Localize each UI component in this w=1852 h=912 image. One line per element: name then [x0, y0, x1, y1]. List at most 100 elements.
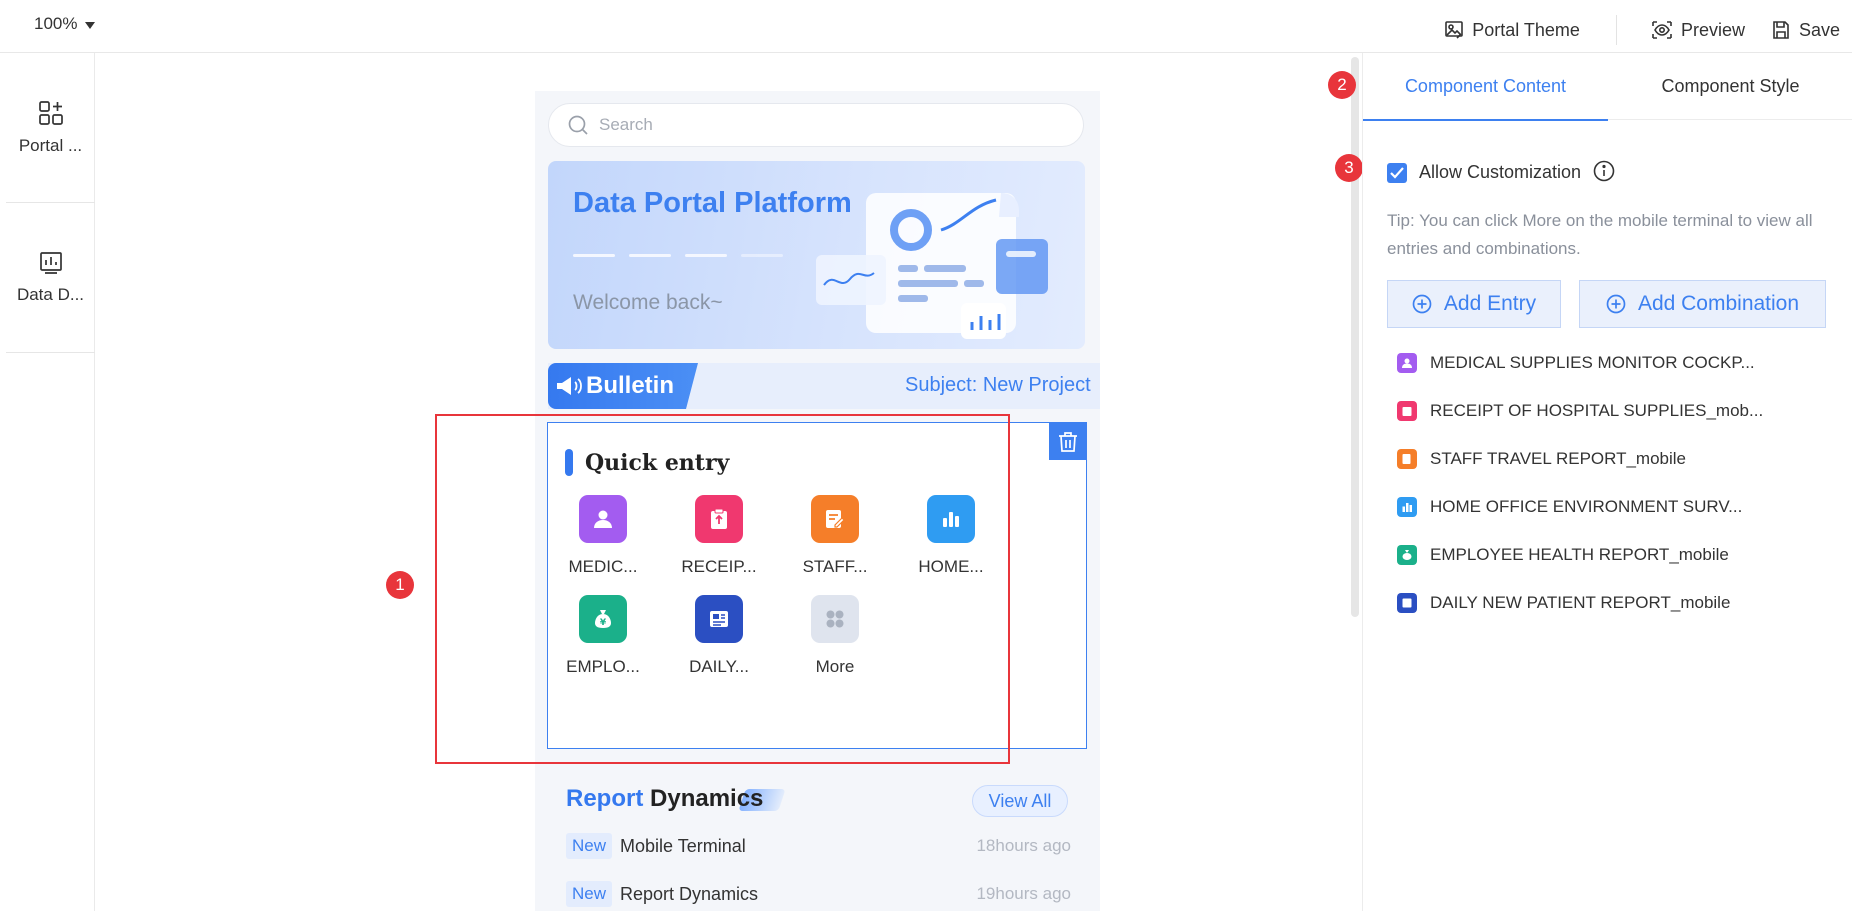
canvas-scrollbar[interactable] [1351, 57, 1359, 617]
quick-entry-title: Quick entry [565, 449, 729, 476]
news-icon [1397, 593, 1417, 613]
report-dynamics-title: Report Dynamics [566, 785, 763, 813]
entry-list-item[interactable]: EMPLOYEE HEALTH REPORT_mobile [1397, 540, 1729, 570]
news-title: Mobile Terminal [620, 835, 746, 856]
quick-entry-item[interactable]: DAILY... [664, 595, 774, 677]
add-combination-button[interactable]: Add Combination [1579, 280, 1826, 328]
quick-entry-item[interactable]: ¥ EMPLO... [548, 595, 658, 677]
quick-entry-label: More [815, 657, 855, 676]
mobile-preview: Data Portal Platform Welcome back~ [535, 91, 1100, 911]
megaphone-icon [557, 377, 582, 395]
entry-list-label: EMPLOYEE HEALTH REPORT_mobile [1430, 545, 1729, 564]
bar-chart-icon [1397, 497, 1417, 517]
news-icon [695, 595, 743, 643]
user-icon [579, 495, 627, 543]
user-icon [1397, 353, 1417, 373]
add-entry-label: Add Entry [1443, 292, 1537, 315]
theme-icon [1445, 21, 1464, 39]
sidebar-item-data[interactable]: Data D... [6, 203, 95, 353]
report-news-item[interactable]: New Report Dynamics 19hours ago [566, 879, 1071, 909]
quick-entry-component[interactable]: Quick entry MEDIC... RECEIP... STAFF... … [547, 422, 1087, 749]
chart-icon [39, 251, 62, 274]
quick-entry-more[interactable]: More [780, 595, 890, 677]
report-title-highlight: Report [566, 785, 644, 812]
entry-list-item[interactable]: HOME OFFICE ENVIRONMENT SURV... [1397, 492, 1742, 522]
editor-canvas: Data Portal Platform Welcome back~ [96, 53, 1358, 911]
entry-list-item[interactable]: RECEIPT OF HOSPITAL SUPPLIES_mob... [1397, 396, 1763, 426]
entry-list-label: HOME OFFICE ENVIRONMENT SURV... [1430, 497, 1743, 516]
quick-entry-item[interactable]: HOME... [896, 495, 1006, 577]
allow-customization-label: Allow Customization [1419, 162, 1582, 182]
edit-document-icon [811, 495, 859, 543]
quick-entry-item[interactable]: MEDIC... [548, 495, 658, 577]
title-accent-bar [565, 449, 573, 476]
bulletin-label: Bulletin [586, 372, 674, 399]
search-input[interactable] [599, 115, 1059, 135]
clipboard-upload-icon [695, 495, 743, 543]
quick-entry-label: EMPLO... [566, 657, 640, 676]
allow-customization-option[interactable]: Allow Customization [1387, 162, 1581, 183]
sidebar-item-portal[interactable]: Portal ... [6, 53, 95, 203]
news-title: Report Dynamics [620, 883, 759, 904]
welcome-banner: Data Portal Platform Welcome back~ [548, 161, 1085, 349]
new-badge: New [566, 833, 613, 859]
edit-document-icon [1397, 449, 1417, 469]
entry-list-item[interactable]: STAFF TRAVEL REPORT_mobile [1397, 444, 1686, 474]
view-all-button[interactable]: View All [972, 785, 1068, 817]
money-bag-icon: ¥ [579, 595, 627, 643]
save-button[interactable]: Save [1771, 20, 1840, 41]
plus-circle-icon [1606, 294, 1626, 314]
zoom-value: 100% [34, 14, 78, 33]
allow-customization-checkbox[interactable] [1387, 162, 1407, 183]
caret-down-icon [85, 21, 96, 29]
properties-panel: Component Content Component Style Allow … [1362, 53, 1852, 911]
quick-entry-label: MEDIC... [568, 557, 638, 576]
entry-list-label: RECEIPT OF HOSPITAL SUPPLIES_mob... [1430, 401, 1764, 420]
left-sidebar: Portal ... Data D... [6, 53, 95, 911]
portal-theme-button[interactable]: Portal Theme [1444, 20, 1580, 41]
delete-component-button[interactable] [1049, 423, 1086, 460]
portal-editor: 100% Portal Theme Preview Save Portal ..… [0, 0, 1852, 912]
step-badge-3: 3 [1335, 154, 1363, 182]
tab-component-content[interactable]: Component Content [1363, 53, 1608, 121]
toolbar-divider [1615, 15, 1617, 45]
search-icon [568, 115, 588, 135]
money-bag-icon [1397, 545, 1417, 565]
quick-entry-label: HOME... [918, 557, 984, 576]
bulletin-bar: Bulletin Subject: New Project [548, 363, 1100, 409]
info-icon[interactable] [1593, 160, 1615, 182]
quick-entry-label: RECEIP... [681, 557, 757, 576]
entry-list-label: STAFF TRAVEL REPORT_mobile [1430, 449, 1687, 468]
preview-icon [1652, 21, 1672, 39]
zoom-select[interactable]: 100% [34, 14, 96, 34]
preview-button[interactable]: Preview [1651, 20, 1745, 41]
news-time: 18hours ago [976, 836, 1071, 855]
banner-subtitle: Welcome back~ [573, 291, 723, 314]
add-entry-button[interactable]: Add Entry [1387, 280, 1561, 328]
portal-theme-label: Portal Theme [1472, 19, 1580, 40]
panel-tabs: Component Content Component Style [1363, 53, 1852, 121]
entry-list-item[interactable]: MEDICAL SUPPLIES MONITOR COCKP... [1397, 348, 1755, 378]
entry-list-item[interactable]: DAILY NEW PATIENT REPORT_mobile [1397, 588, 1730, 618]
new-badge: New [566, 881, 613, 907]
quick-entry-item[interactable]: STAFF... [780, 495, 890, 577]
more-grid-icon [811, 595, 859, 643]
report-title-rest: Dynamics [643, 785, 764, 812]
trash-icon [1058, 431, 1077, 452]
report-news-item[interactable]: New Mobile Terminal 18hours ago [566, 831, 1071, 861]
quick-entry-item[interactable]: RECEIP... [664, 495, 774, 577]
step-badge-1: 1 [386, 571, 414, 599]
bulletin-subject[interactable]: Subject: New Project [905, 374, 1091, 397]
search-bar[interactable] [548, 103, 1084, 147]
entry-list-label: DAILY NEW PATIENT REPORT_mobile [1430, 593, 1731, 612]
entry-list-label: MEDICAL SUPPLIES MONITOR COCKP... [1430, 353, 1755, 372]
sidebar-item-label: Portal ... [18, 135, 83, 155]
bar-chart-icon [927, 495, 975, 543]
banner-decoration [573, 254, 783, 257]
check-icon [1390, 166, 1404, 179]
quick-entry-label: STAFF... [802, 557, 868, 576]
sidebar-item-label: Data D... [16, 284, 85, 304]
news-time: 19hours ago [976, 884, 1071, 903]
bulletin-tag: Bulletin [548, 363, 698, 409]
tab-component-style[interactable]: Component Style [1608, 53, 1852, 120]
